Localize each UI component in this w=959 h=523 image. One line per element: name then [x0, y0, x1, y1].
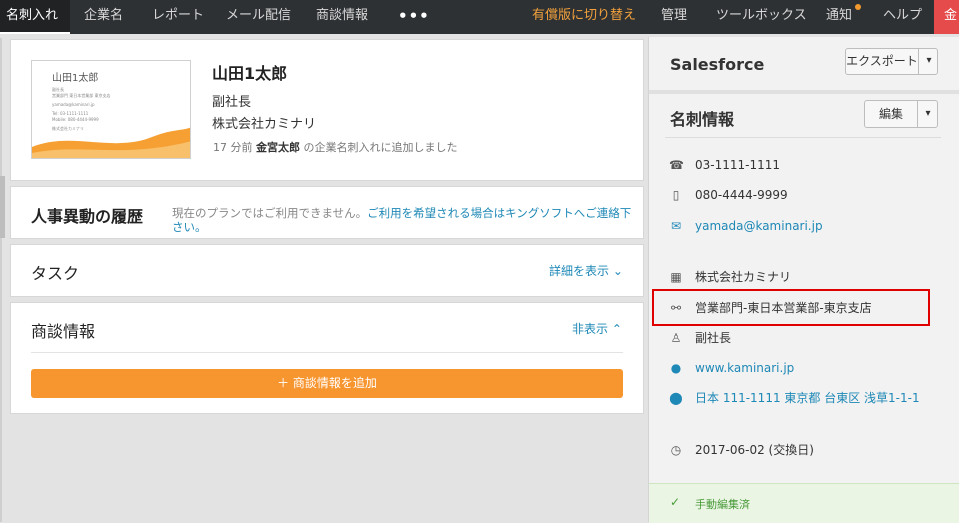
- status-bar: ✓ 手動編集済: [649, 483, 959, 523]
- check-icon: ✓: [670, 495, 681, 509]
- position-value: 副社長: [695, 331, 732, 345]
- mobile-row: ▯ 080-4444-9999: [669, 185, 788, 205]
- top-navigation-bar: 名刺入れ 企業名 レポート メール配信 商談情報 ••• 有償版に切り替え 管理…: [0, 0, 959, 34]
- card-info-divider: [665, 137, 941, 138]
- mobile-value: 080-4444-9999: [695, 188, 788, 202]
- phone-icon: ☎: [669, 158, 684, 172]
- company-value: 株式会社カミナリ: [695, 270, 792, 284]
- exchange-date-row: ◷ 2017-06-02 (交換日): [669, 440, 814, 460]
- deals-title: 商談情報: [31, 322, 96, 341]
- address-link[interactable]: 日本 111-1111 東京都 台東区 浅草1-1-1: [695, 391, 920, 405]
- nav-item-companies[interactable]: 企業名: [84, 0, 123, 34]
- nav-item-notifications[interactable]: 通知: [826, 0, 852, 34]
- website-link[interactable]: www.kaminari.jp: [695, 361, 794, 375]
- nav-user-avatar[interactable]: 金: [934, 0, 959, 34]
- edit-button-group: 編集 ▾: [864, 100, 938, 128]
- left-strip-handle[interactable]: [0, 176, 5, 238]
- notice-text: 現在のプランではご利用できません。: [172, 206, 368, 220]
- contact-kingsoft-link[interactable]: ご利用を希望される場合はキングソフトへご連絡下: [367, 206, 631, 220]
- website-row: ● www.kaminari.jp: [669, 358, 795, 378]
- deals-divider: [31, 352, 623, 353]
- manually-edited-status: 手動編集済: [695, 498, 750, 511]
- personnel-history-title: 人事異動の履歴: [31, 207, 144, 226]
- personnel-notice: 現在のプランではご利用できません。ご利用を希望される場合はキングソフトへご連絡下: [172, 205, 631, 221]
- salesforce-title: Salesforce: [670, 55, 765, 74]
- nav-item-reports[interactable]: レポート: [152, 0, 204, 34]
- contact-name: 山田1太郎: [212, 64, 288, 83]
- clock-icon: ◷: [670, 443, 682, 457]
- notification-badge: [855, 4, 861, 10]
- email-link[interactable]: yamada@kaminari.jp: [695, 219, 823, 233]
- add-deal-button[interactable]: ＋ 商談情報を追加: [31, 369, 623, 398]
- edit-button[interactable]: 編集: [865, 102, 917, 126]
- export-dropdown-icon[interactable]: ▾: [918, 49, 939, 74]
- contact-company: 株式会社カミナリ: [212, 117, 317, 132]
- contact-kingsoft-link-cont[interactable]: さい。: [172, 219, 207, 235]
- email-icon: ✉: [670, 219, 682, 233]
- exchange-date-value: 2017-06-02 (交換日): [695, 443, 814, 457]
- export-button-group: エクスポート ▾: [845, 48, 938, 75]
- history-action: の企業名刺入れに追加しました: [303, 141, 458, 154]
- phone-value: 03-1111-1111: [695, 158, 781, 172]
- person-icon: ♙: [670, 331, 682, 345]
- export-button[interactable]: エクスポート: [846, 49, 918, 73]
- business-card-image[interactable]: 山田1太郎 副社長 営業部門 東日本営業部 東京支店 yamada@kamina…: [31, 60, 191, 159]
- panel-separator: [649, 90, 959, 94]
- nav-item-admin[interactable]: 管理: [661, 0, 687, 34]
- highlight-box: [652, 289, 930, 326]
- nav-upgrade-link[interactable]: 有償版に切り替え: [532, 0, 636, 34]
- tasks-show-details-toggle[interactable]: 詳細を表示 ⌄: [549, 262, 623, 279]
- building-icon: ▦: [670, 270, 682, 284]
- nav-item-deals[interactable]: 商談情報: [316, 0, 368, 34]
- deals-hide-toggle[interactable]: 非表示 ⌃: [572, 320, 622, 337]
- tasks-title: タスク: [31, 264, 80, 283]
- left-strip-divider: [0, 38, 2, 522]
- map-pin-icon: ⬤: [669, 391, 683, 405]
- nav-item-help[interactable]: ヘルプ: [883, 0, 922, 34]
- email-row: ✉ yamada@kaminari.jp: [669, 216, 823, 236]
- contact-history: 17 分前 金宮太郎 の企業名刺入れに追加しました: [213, 139, 458, 155]
- edit-dropdown-icon[interactable]: ▾: [917, 101, 938, 127]
- nav-more-menu[interactable]: •••: [398, 0, 430, 34]
- right-side-panel: Salesforce エクスポート ▾ 名刺情報 編集 ▾ ☎ 03-1111-1…: [648, 37, 959, 523]
- card-image-wave: [32, 127, 190, 158]
- company-row: ▦ 株式会社カミナリ: [669, 267, 791, 287]
- nav-item-card-holder[interactable]: 名刺入れ: [0, 0, 70, 34]
- mobile-phone-icon: ▯: [672, 188, 680, 202]
- nav-item-mail[interactable]: メール配信: [226, 0, 291, 34]
- card-info-title: 名刺情報: [670, 110, 735, 129]
- globe-icon: ●: [670, 361, 682, 375]
- nav-item-toolbox[interactable]: ツールボックス: [716, 0, 807, 34]
- history-user: 金宮太郎: [256, 141, 300, 154]
- position-row: ♙ 副社長: [669, 328, 731, 348]
- contact-title: 副社長: [212, 95, 252, 110]
- address-row: ⬤ 日本 111-1111 東京都 台東区 浅草1-1-1: [669, 388, 920, 408]
- phone-row: ☎ 03-1111-1111: [669, 155, 780, 175]
- history-time: 17 分前: [213, 141, 253, 154]
